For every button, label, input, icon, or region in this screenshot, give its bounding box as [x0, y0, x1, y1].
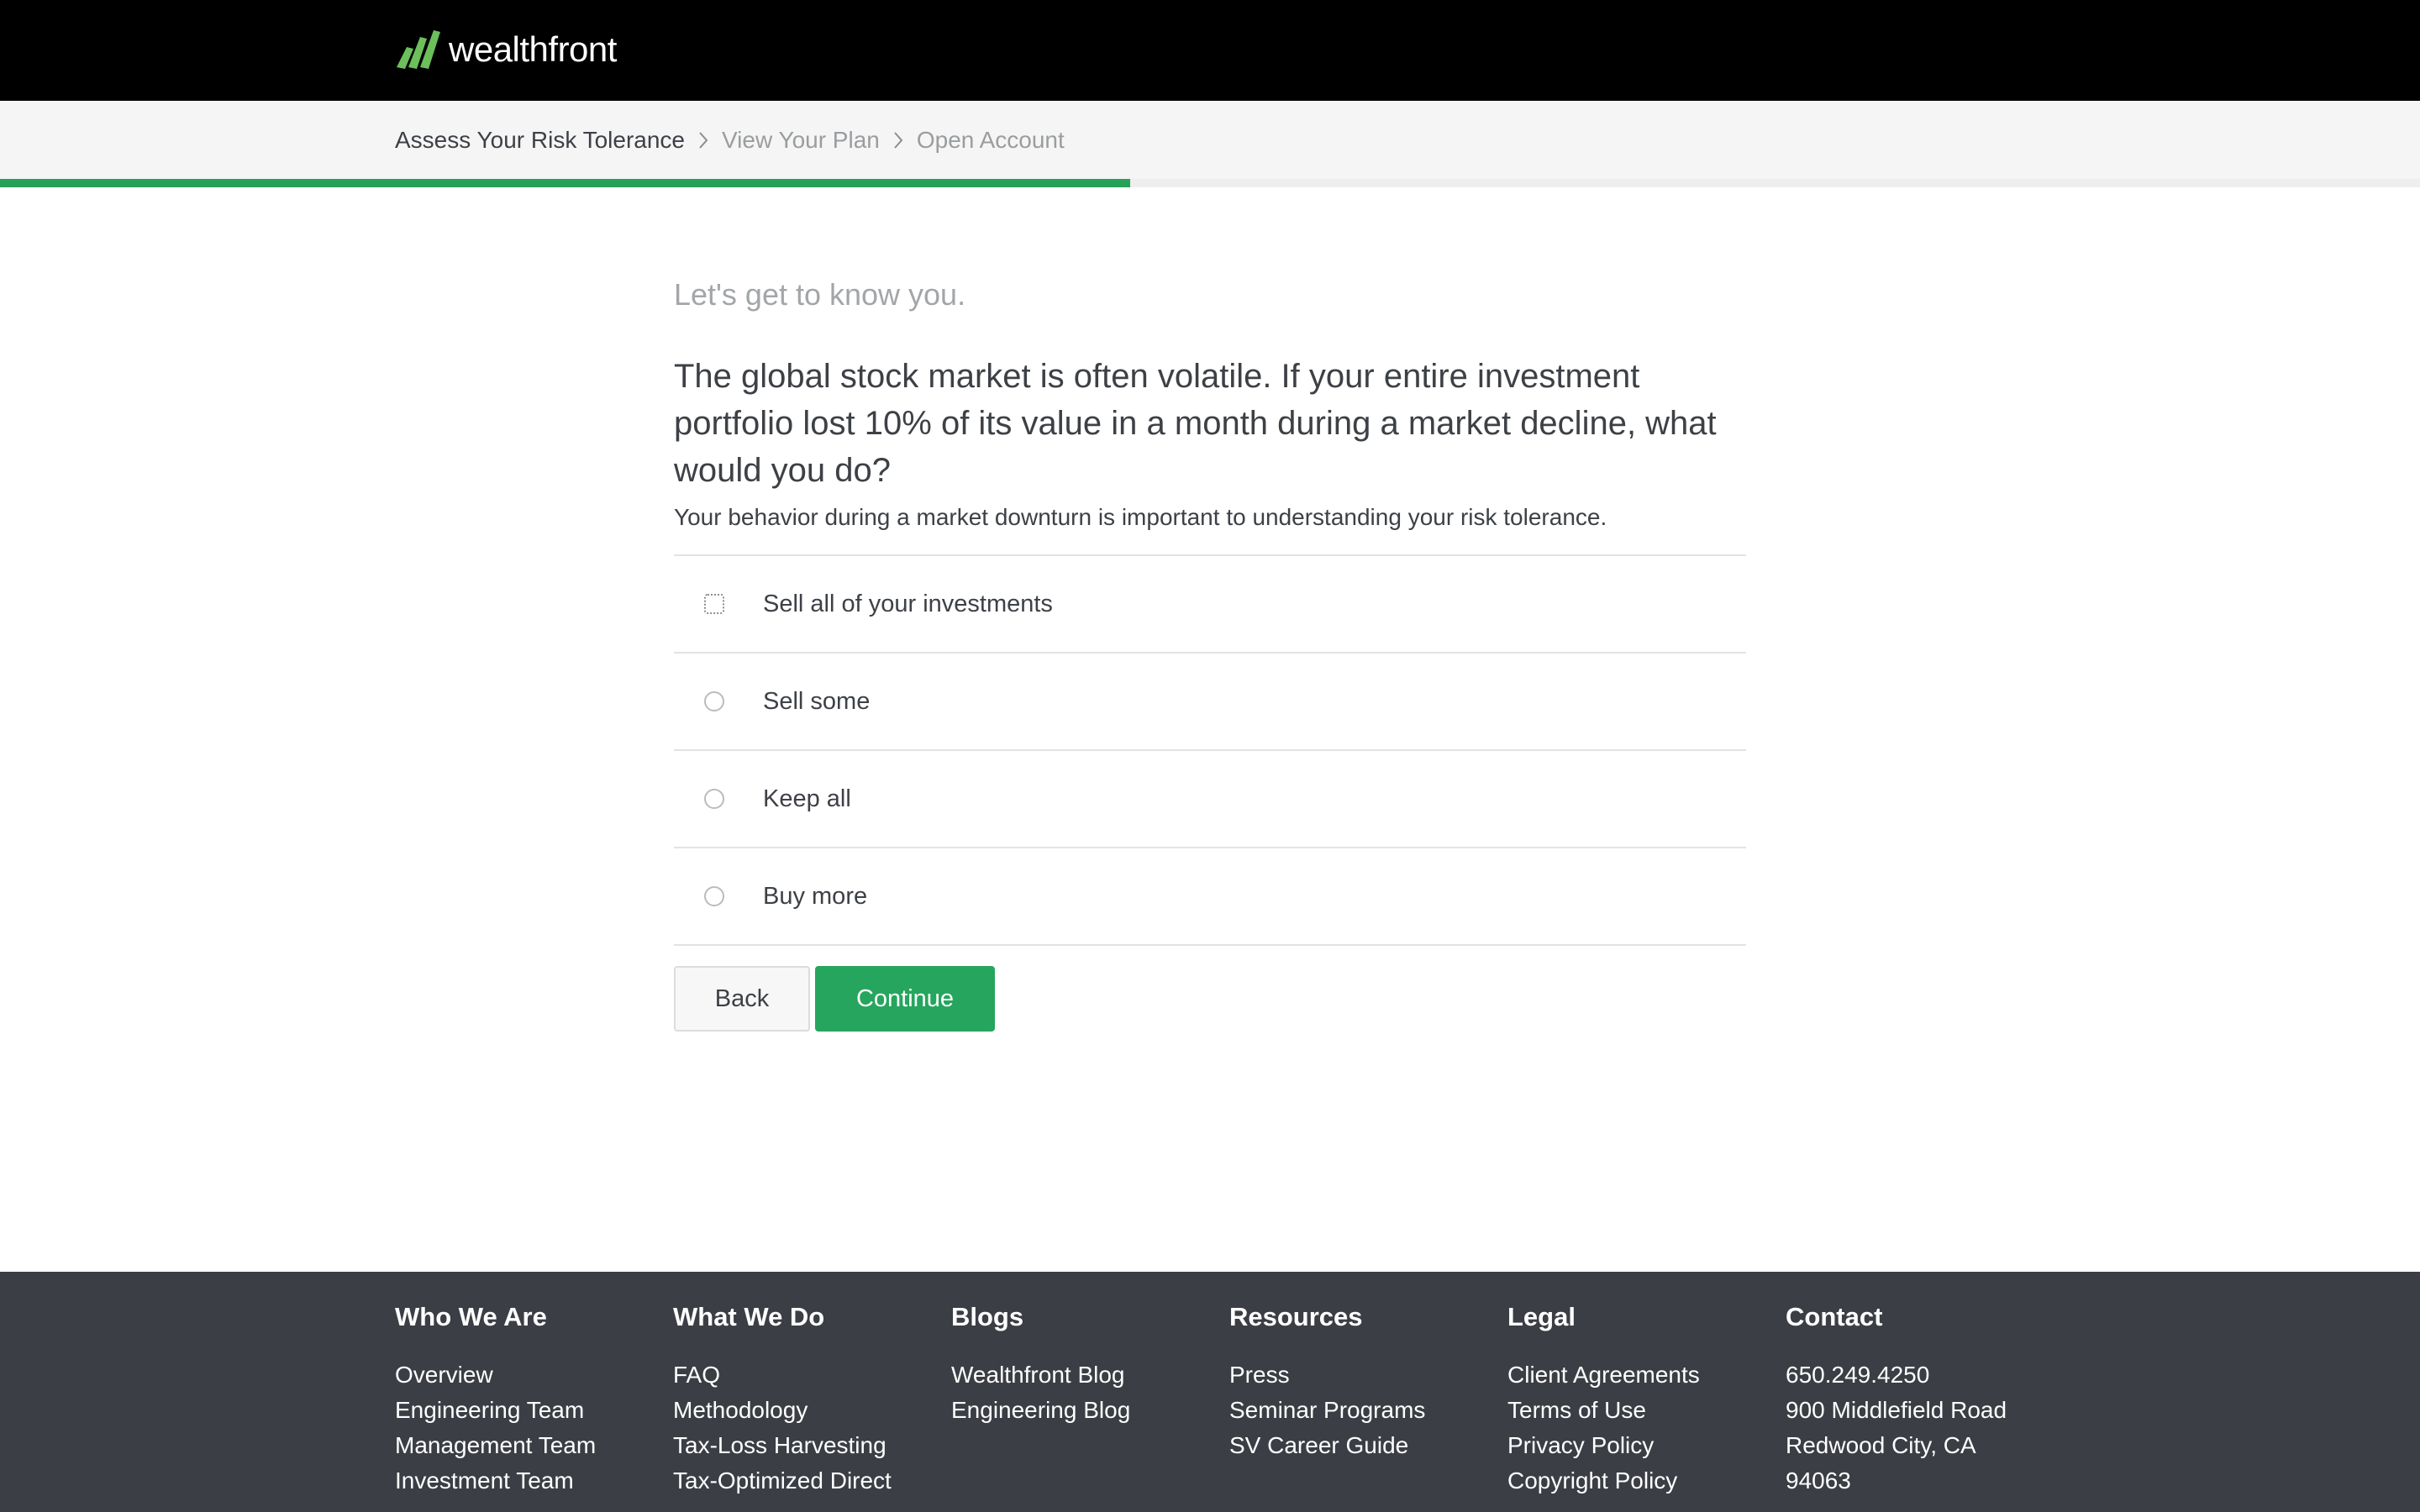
option-label: Keep all: [763, 785, 851, 812]
wealthfront-logo-icon: [397, 30, 440, 69]
footer-link[interactable]: Management Team: [395, 1428, 673, 1463]
option-label: Buy more: [763, 882, 868, 910]
footer-link[interactable]: Overview: [395, 1357, 673, 1393]
footer: Who We Are Overview Engineering Team Man…: [0, 1272, 2420, 1512]
footer-column-title: Contact: [1786, 1302, 1883, 1331]
footer-column-title: Blogs: [951, 1302, 1024, 1331]
footer-column-what-we-do: What We Do FAQ Methodology Tax-Loss Harv…: [673, 1302, 951, 1499]
footer-link[interactable]: Methodology: [673, 1393, 951, 1428]
radio-button[interactable]: [704, 886, 724, 906]
question-panel: Let's get to know you. The global stock …: [674, 277, 1746, 1032]
footer-link[interactable]: Tax-Optimized Direct: [673, 1463, 951, 1499]
footer-link[interactable]: SV Career Guide: [1229, 1428, 1507, 1463]
question-subtext: Your behavior during a market downturn i…: [674, 504, 1607, 530]
footer-link[interactable]: Press: [1229, 1357, 1507, 1393]
footer-column-title: Who We Are: [395, 1302, 547, 1331]
breadcrumb-step-assess-risk[interactable]: Assess Your Risk Tolerance: [395, 127, 685, 154]
breadcrumb-step-open-account[interactable]: Open Account: [917, 127, 1065, 154]
continue-button[interactable]: Continue: [815, 966, 995, 1032]
footer-link[interactable]: FAQ: [673, 1357, 951, 1393]
form-actions: Back Continue: [674, 966, 1746, 1032]
option-sell-some[interactable]: Sell some: [674, 654, 1746, 751]
footer-link[interactable]: Client Agreements: [1507, 1357, 1786, 1393]
chevron-right-icon: [698, 131, 708, 150]
footer-link[interactable]: Copyright Policy: [1507, 1463, 1786, 1499]
wealthfront-logo[interactable]: wealthfront: [395, 27, 617, 72]
footer-column-legal: Legal Client Agreements Terms of Use Pri…: [1507, 1302, 1786, 1499]
contact-address: Redwood City, CA: [1786, 1432, 1976, 1458]
footer-link[interactable]: Tax-Loss Harvesting: [673, 1428, 951, 1463]
radio-button[interactable]: [704, 691, 724, 711]
progress-bar: [0, 179, 1130, 187]
footer-link[interactable]: Wealthfront Blog: [951, 1357, 1229, 1393]
contact-phone[interactable]: 650.249.4250: [1786, 1357, 2064, 1393]
option-label: Sell some: [763, 687, 871, 715]
question-text: The global stock market is often volatil…: [674, 358, 1717, 489]
brand-name: wealthfront: [449, 29, 617, 69]
option-keep-all[interactable]: Keep all: [674, 751, 1746, 848]
option-sell-all[interactable]: Sell all of your investments: [674, 556, 1746, 654]
footer-column-blogs: Blogs Wealthfront Blog Engineering Blog: [951, 1302, 1229, 1499]
contact-address: 94063: [1786, 1467, 1851, 1494]
footer-columns: Who We Are Overview Engineering Team Man…: [395, 1302, 2064, 1499]
footer-link[interactable]: Investment Team: [395, 1463, 673, 1499]
section-eyebrow: Let's get to know you.: [674, 277, 966, 312]
back-button[interactable]: Back: [674, 966, 810, 1032]
breadcrumb-bar: Assess Your Risk Tolerance View Your Pla…: [0, 101, 2420, 181]
footer-link[interactable]: Seminar Programs: [1229, 1393, 1507, 1428]
answer-options: Sell all of your investments Sell some K…: [674, 554, 1746, 946]
chevron-right-icon: [893, 131, 903, 150]
radio-button[interactable]: [704, 594, 724, 614]
option-buy-more[interactable]: Buy more: [674, 848, 1746, 946]
footer-link[interactable]: Engineering Blog: [951, 1393, 1229, 1428]
footer-column-contact: Contact 650.249.4250 900 Middlefield Roa…: [1786, 1302, 2064, 1499]
footer-link[interactable]: Engineering Team: [395, 1393, 673, 1428]
footer-link[interactable]: Privacy Policy: [1507, 1428, 1786, 1463]
footer-column-who-we-are: Who We Are Overview Engineering Team Man…: [395, 1302, 673, 1499]
footer-link[interactable]: Terms of Use: [1507, 1393, 1786, 1428]
footer-column-title: Legal: [1507, 1302, 1576, 1331]
contact-address: 900 Middlefield Road: [1786, 1397, 2007, 1423]
breadcrumb-step-view-plan[interactable]: View Your Plan: [722, 127, 880, 154]
radio-button[interactable]: [704, 789, 724, 809]
footer-column-title: What We Do: [673, 1302, 825, 1331]
breadcrumb: Assess Your Risk Tolerance View Your Pla…: [395, 101, 1065, 180]
option-label: Sell all of your investments: [763, 590, 1053, 617]
footer-column-resources: Resources Press Seminar Programs SV Care…: [1229, 1302, 1507, 1499]
footer-column-title: Resources: [1229, 1302, 1363, 1331]
top-navigation-bar: wealthfront: [0, 0, 2420, 101]
